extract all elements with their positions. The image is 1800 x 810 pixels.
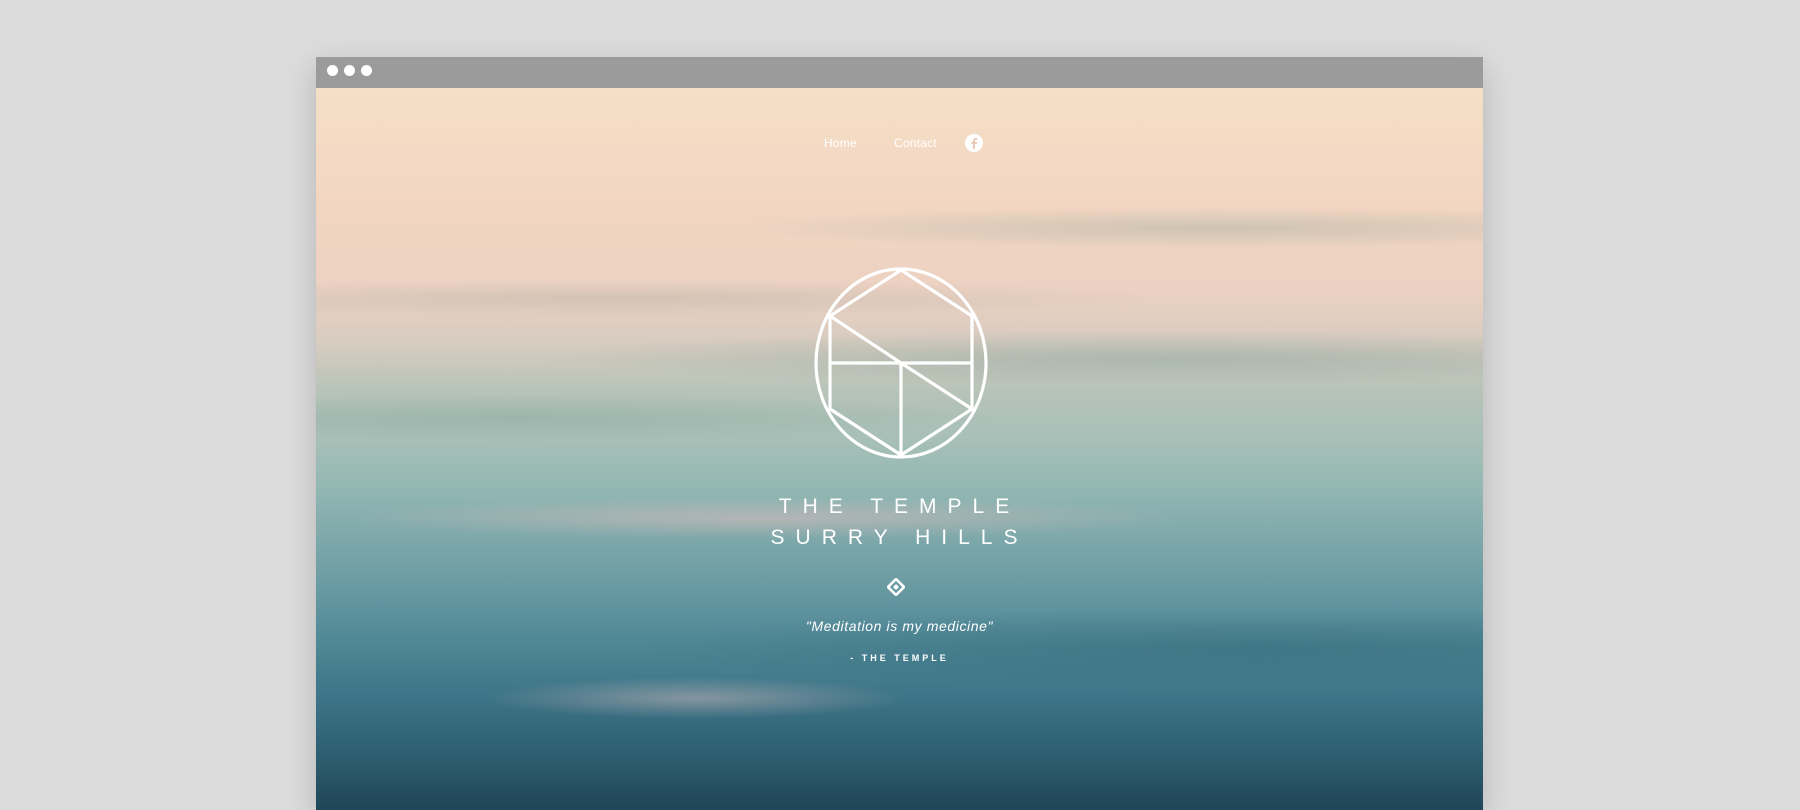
facebook-icon[interactable]: [965, 134, 983, 152]
site-title-line2: SURRY HILLS: [770, 526, 1029, 549]
window-dot-icon[interactable]: [344, 65, 355, 76]
site-title-line1: THE TEMPLE: [778, 495, 1021, 518]
window-dot-icon[interactable]: [361, 65, 372, 76]
top-nav: Home Contact: [316, 134, 1483, 155]
hero-quote: "Meditation is my medicine": [805, 618, 994, 634]
nav-home-link[interactable]: Home: [824, 135, 857, 151]
window-dot-icon[interactable]: [327, 65, 338, 76]
diamond-icon: [887, 578, 905, 596]
temple-logo-icon: [814, 267, 988, 459]
hero-section: Home Contact THE TEMPLE SURRY HILLS "Med…: [316, 88, 1483, 810]
browser-window: Home Contact THE TEMPLE SURRY HILLS "Med…: [316, 57, 1483, 810]
nav-contact-link[interactable]: Contact: [894, 135, 937, 151]
browser-titlebar: [316, 57, 1483, 88]
quote-attribution: - THE TEMPLE: [850, 653, 949, 663]
